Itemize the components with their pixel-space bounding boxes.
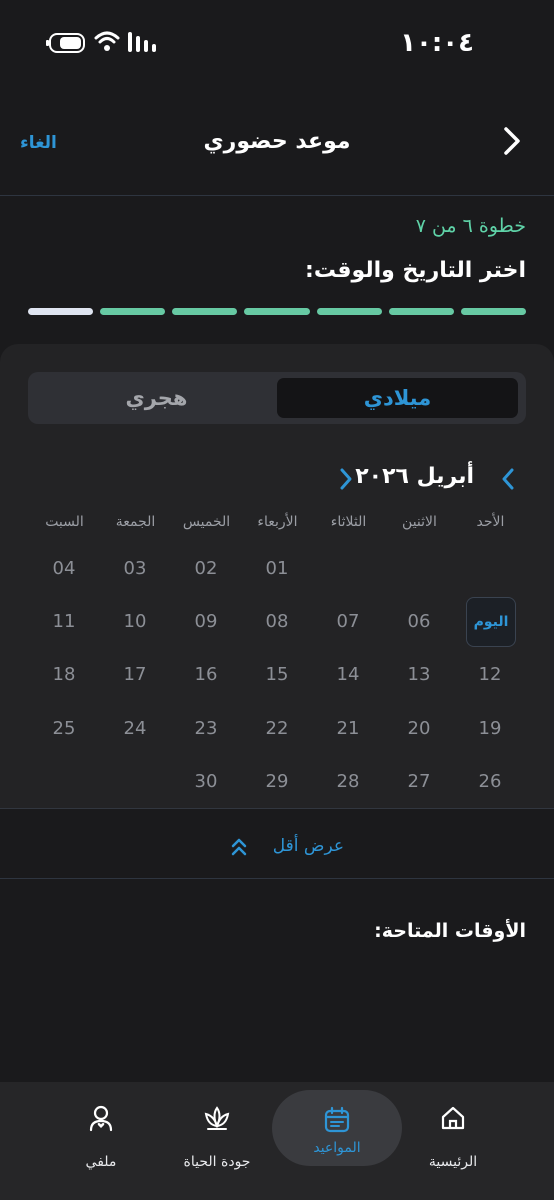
available-times-heading: الأوقات المتاحة:: [374, 920, 526, 942]
weekday-label: الجمعة: [115, 514, 156, 530]
progress-segment: [316, 308, 382, 315]
next-month-chevron-icon[interactable]: [498, 466, 518, 492]
day-cell[interactable]: 04: [40, 544, 88, 592]
day-cell[interactable]: 08: [253, 597, 301, 645]
nav-item-profile[interactable]: ملفي: [36, 1100, 166, 1182]
day-cell[interactable]: 26: [466, 757, 514, 805]
progress-segment: [460, 308, 526, 315]
bottom-navigation: الرئيسية المواعيد جودة الحياة ملفي: [0, 1082, 554, 1200]
step-indicator: خطوة ٦ من ٧: [415, 215, 526, 237]
day-cell[interactable]: 07: [324, 597, 372, 645]
day-cell[interactable]: 19: [466, 704, 514, 752]
profile-heart-icon: [89, 1105, 113, 1132]
day-cell[interactable]: 13: [395, 650, 443, 698]
weekday-label: السبت: [45, 514, 84, 530]
wifi-icon: [94, 31, 120, 51]
progress-segment: [388, 308, 454, 315]
show-less-label: عرض أقل: [272, 836, 344, 856]
gregorian-toggle-option[interactable]: ميلادي: [277, 378, 518, 418]
day-cell[interactable]: 01: [253, 544, 301, 592]
lotus-icon: [204, 1106, 230, 1130]
signal-icon: [128, 32, 156, 52]
day-cell[interactable]: 30: [182, 757, 230, 805]
nav-label-quality-of-life: جودة الحياة: [183, 1154, 251, 1170]
weekday-label: الثلاثاء: [330, 514, 367, 530]
day-cell[interactable]: 14: [324, 650, 372, 698]
weekday-label: الأربعاء: [257, 514, 298, 530]
progress-segment: [244, 308, 310, 315]
double-chevron-up-icon: [231, 838, 247, 856]
day-cell[interactable]: 10: [111, 597, 159, 645]
day-cell[interactable]: 24: [111, 704, 159, 752]
month-navigation: أبريل ٢٠٢٦: [0, 462, 554, 498]
month-label: أبريل ٢٠٢٦: [355, 464, 474, 489]
day-cell[interactable]: 25: [40, 704, 88, 752]
calendar-icon: [324, 1106, 350, 1133]
hijri-toggle-option[interactable]: هجري: [36, 378, 277, 418]
weekday-label: الخميس: [182, 514, 231, 530]
header: موعد حضوري الغاء: [0, 95, 554, 196]
day-cell[interactable]: 15: [253, 650, 301, 698]
nav-label-home: الرئيسية: [428, 1154, 478, 1170]
day-cell[interactable]: 09: [182, 597, 230, 645]
battery-icon: [46, 33, 85, 53]
today-day-cell[interactable]: اليوم: [466, 597, 516, 647]
day-cell[interactable]: 11: [40, 597, 88, 645]
step-heading: اختر التاريخ والوقت:: [305, 258, 526, 283]
day-cell[interactable]: 27: [395, 757, 443, 805]
calendar-type-toggle: ميلادي هجري: [28, 372, 526, 424]
step-progress-bar: [28, 308, 526, 316]
day-cell[interactable]: 22: [253, 704, 301, 752]
nav-item-appointments[interactable]: المواعيد: [272, 1090, 402, 1166]
day-cell[interactable]: 12: [466, 650, 514, 698]
home-icon: [441, 1106, 465, 1130]
day-cell[interactable]: 03: [111, 544, 159, 592]
day-cell[interactable]: 16: [182, 650, 230, 698]
divider: [0, 878, 554, 879]
progress-segment: [172, 308, 238, 315]
status-bar: ١٠:٠٤: [0, 0, 554, 84]
day-cell[interactable]: 17: [111, 650, 159, 698]
day-cell[interactable]: 06: [395, 597, 443, 645]
nav-item-quality-of-life[interactable]: جودة الحياة: [152, 1100, 282, 1182]
status-time: ١٠:٠٤: [400, 28, 474, 58]
day-cell[interactable]: 21: [324, 704, 372, 752]
page-title: موعد حضوري: [203, 129, 351, 154]
cancel-button[interactable]: الغاء: [20, 133, 57, 153]
day-cell[interactable]: 28: [324, 757, 372, 805]
day-cell[interactable]: 18: [40, 650, 88, 698]
calendar-card: ميلادي هجري أبريل ٢٠٢٦ الأحد الاثنين الثلا…: [0, 344, 554, 809]
show-less-button[interactable]: عرض أقل: [0, 830, 554, 866]
progress-segment: [28, 308, 94, 315]
day-cell[interactable]: 23: [182, 704, 230, 752]
previous-month-chevron-icon[interactable]: [336, 466, 356, 492]
nav-label-profile: ملفي: [85, 1154, 117, 1170]
weekday-label: الاثنين: [402, 514, 437, 530]
day-cell[interactable]: 02: [182, 544, 230, 592]
progress-segment: [100, 308, 166, 315]
nav-label-appointments: المواعيد: [313, 1140, 361, 1156]
day-cell[interactable]: 20: [395, 704, 443, 752]
nav-item-home[interactable]: الرئيسية: [388, 1100, 518, 1182]
day-cell[interactable]: 29: [253, 757, 301, 805]
weekday-label: الأحد: [476, 514, 505, 530]
